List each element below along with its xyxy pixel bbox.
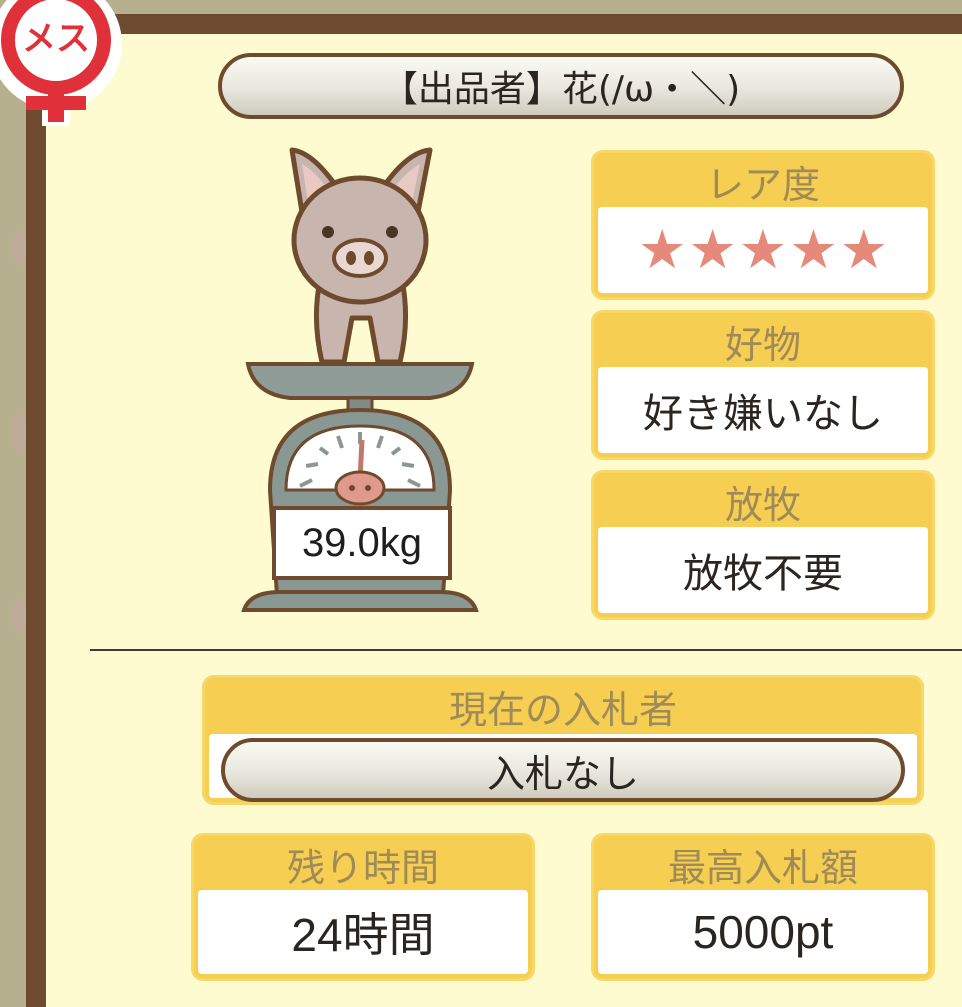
seller-name-pill: 【出品者】花(/ω・＼) — [218, 53, 904, 119]
section-divider — [90, 649, 962, 651]
time-left-value: 24時間 — [198, 890, 528, 974]
seller-name: 【出品者】花(/ω・＼) — [381, 69, 741, 110]
current-bidder-label: 現在の入札者 — [448, 687, 677, 732]
grazing-card: 放牧 放牧不要 — [591, 470, 935, 620]
favorite-food-value: 好き嫌いなし — [598, 367, 928, 453]
rarity-stars: ★ ★ ★ ★ ★ — [598, 207, 928, 293]
highest-bid-card: 最高入札額 5000pt — [591, 833, 935, 981]
rarity-star-icon: ★ — [839, 218, 889, 281]
favorite-food-label: 好物 — [724, 322, 801, 367]
weight-readout: 39.0kg — [301, 520, 423, 565]
favorite-food-card: 好物 好き嫌いなし — [591, 310, 935, 460]
frame-top-strip — [0, 0, 962, 14]
rarity-star-icon: ★ — [688, 218, 737, 281]
rarity-star-icon: ★ — [738, 218, 788, 281]
female-badge-icon: メス — [0, 0, 122, 126]
current-bidder-pill: 入札なし — [221, 738, 905, 802]
rarity-label: レア度 — [705, 162, 820, 207]
frame-left-border — [26, 14, 46, 1007]
current-bidder-card: 現在の入札者 入札なし — [202, 675, 924, 805]
background-decoration — [12, 412, 26, 452]
time-left-card: 残り時間 24時間 — [191, 833, 535, 981]
background-decoration — [12, 596, 26, 636]
background-decoration — [12, 228, 26, 268]
time-left-label: 残り時間 — [286, 845, 439, 890]
rarity-card: レア度 ★ ★ ★ ★ ★ — [591, 150, 935, 300]
frame-left-strip — [0, 0, 26, 1007]
highest-bid-value: 5000pt — [598, 890, 928, 974]
frame-top-border — [26, 14, 962, 34]
highest-bid-label: 最高入札額 — [667, 845, 858, 890]
grazing-value: 放牧不要 — [598, 527, 928, 613]
rarity-star-icon: ★ — [789, 218, 838, 281]
current-bidder-value: 入札なし — [486, 751, 639, 796]
grazing-label: 放牧 — [724, 482, 801, 527]
female-badge-label: メス — [22, 19, 90, 59]
rarity-star-icon: ★ — [637, 218, 687, 281]
